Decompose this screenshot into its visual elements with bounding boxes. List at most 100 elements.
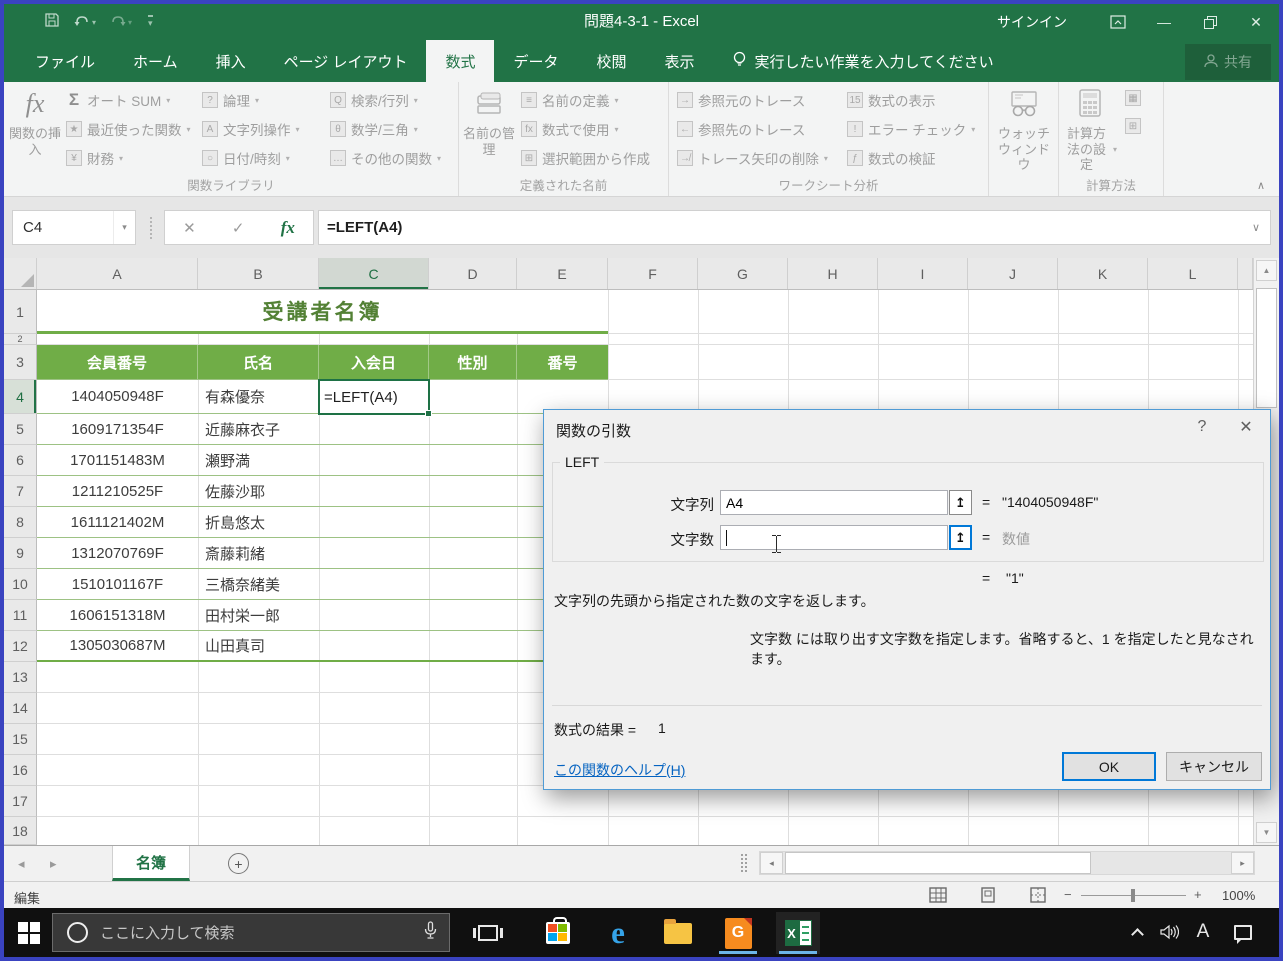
column-header-g[interactable]: G (698, 258, 788, 289)
arg2-collapse-button[interactable]: ↥ (949, 525, 972, 550)
cell-member-no[interactable]: 1510101167F (37, 569, 198, 599)
sign-in-button[interactable]: サインイン (997, 12, 1067, 32)
edge-button[interactable]: e (596, 912, 640, 954)
cell[interactable] (319, 507, 429, 537)
row-header-2[interactable]: 2 (4, 334, 37, 345)
sheet-nav-left-icon[interactable]: ◂ (18, 856, 25, 872)
new-sheet-button[interactable]: + (228, 853, 249, 874)
math-trig-button[interactable]: θ数学/三角▾ (330, 119, 441, 139)
row-header-6[interactable]: 6 (4, 445, 37, 476)
close-button[interactable]: ✕ (1233, 4, 1279, 40)
column-header-d[interactable]: D (429, 258, 517, 289)
collapse-ribbon-button[interactable]: ∧ (1257, 179, 1265, 192)
cell[interactable] (429, 538, 517, 568)
cell-member-no[interactable]: 1305030687M (37, 631, 198, 660)
formula-bar-grip[interactable] (150, 217, 152, 239)
cell-name[interactable]: 山田真司 (198, 631, 319, 660)
row-header-1[interactable]: 1 (4, 290, 37, 334)
row-header-7[interactable]: 7 (4, 476, 37, 507)
header-cell-number[interactable]: 番号 (517, 345, 608, 379)
zoom-level[interactable]: 100% (1222, 888, 1255, 903)
header-cell-gender[interactable]: 性別 (429, 345, 517, 379)
cell-name[interactable]: 斎藤莉緒 (198, 538, 319, 568)
volume-button[interactable] (1155, 920, 1183, 944)
calculate-sheet-button[interactable]: ⊞ (1125, 118, 1141, 134)
tab-file[interactable]: ファイル (16, 40, 114, 82)
cell-member-no[interactable]: 1611121402M (37, 507, 198, 537)
select-all-button[interactable] (4, 258, 37, 289)
tab-formulas[interactable]: 数式 (426, 40, 494, 82)
row-header-12[interactable]: 12 (4, 631, 37, 662)
column-header-k[interactable]: K (1058, 258, 1148, 289)
cell[interactable] (429, 631, 517, 660)
cell[interactable] (319, 445, 429, 475)
evaluate-formula-button[interactable]: ƒ数式の検証 (847, 148, 975, 168)
use-in-formula-button[interactable]: fx数式で使用▾ (521, 119, 650, 139)
row-header-3[interactable]: 3 (4, 345, 37, 380)
calculate-now-button[interactable]: ▦ (1125, 90, 1141, 106)
enter-entry-button[interactable]: ✓ (232, 219, 245, 237)
cell[interactable] (319, 538, 429, 568)
tab-data[interactable]: データ (494, 40, 577, 82)
cell-member-no[interactable]: 1404050948F (37, 380, 198, 413)
column-header-b[interactable]: B (198, 258, 319, 289)
formula-input[interactable]: =LEFT(A4) ∨ (318, 210, 1271, 245)
cell-name[interactable]: 近藤麻衣子 (198, 414, 319, 444)
cell-member-no[interactable]: 1606151318M (37, 600, 198, 630)
sheet-title-cell[interactable]: 受講者名簿 (37, 290, 608, 334)
taskbar-search-input[interactable]: ここに入力して検索 (52, 913, 450, 952)
dialog-help-button[interactable]: ? (1182, 410, 1222, 444)
name-box-dropdown[interactable]: ▾ (113, 211, 135, 244)
minimize-button[interactable]: — (1141, 4, 1187, 40)
column-header-e[interactable]: E (517, 258, 608, 289)
normal-view-button[interactable] (929, 887, 947, 903)
ribbon-display-options-button[interactable] (1095, 4, 1141, 40)
cell[interactable] (429, 507, 517, 537)
show-formulas-button[interactable]: 15数式の表示 (847, 90, 975, 110)
name-box[interactable]: C4 ▾ (12, 210, 136, 245)
page-break-preview-button[interactable] (1029, 887, 1047, 903)
cell-name[interactable]: 佐藤沙耶 (198, 476, 319, 506)
cell-name[interactable]: 田村栄一郎 (198, 600, 319, 630)
action-center-button[interactable] (1229, 920, 1257, 944)
cell[interactable] (429, 476, 517, 506)
row-header-18[interactable]: 18 (4, 817, 37, 845)
logical-button[interactable]: ?論理▾ (202, 90, 300, 110)
cell[interactable] (319, 600, 429, 630)
tab-page-layout[interactable]: ページ レイアウト (265, 40, 427, 82)
horizontal-scrollbar[interactable]: ◂ ▸ (759, 851, 1255, 875)
row-header-15[interactable]: 15 (4, 724, 37, 755)
more-functions-button[interactable]: …その他の関数▾ (330, 148, 441, 168)
scroll-left-button[interactable]: ◂ (760, 852, 783, 874)
cell[interactable] (319, 569, 429, 599)
cell[interactable] (429, 445, 517, 475)
fill-handle[interactable] (425, 410, 432, 417)
arg1-collapse-button[interactable]: ↥ (949, 490, 972, 515)
active-cell-c4[interactable]: =LEFT(A4) (318, 379, 430, 415)
expand-formula-bar-button[interactable]: ∨ (1252, 221, 1260, 234)
share-button[interactable]: 共有 (1185, 44, 1271, 80)
cell-name[interactable]: 瀬野満 (198, 445, 319, 475)
row-header-14[interactable]: 14 (4, 693, 37, 724)
dialog-title-bar[interactable]: 関数の引数 ? ✕ (544, 410, 1270, 446)
column-header-c[interactable]: C (319, 258, 429, 289)
create-from-selection-button[interactable]: ⊞選択範囲から作成 (521, 148, 650, 168)
cancel-button[interactable]: キャンセル (1166, 752, 1262, 781)
cell-name[interactable]: 折島悠太 (198, 507, 319, 537)
pdf-app-button[interactable]: G (716, 912, 760, 954)
sheet-nav-right-icon[interactable]: ▸ (50, 856, 57, 872)
header-cell-member-no[interactable]: 会員番号 (37, 345, 198, 379)
row-header-11[interactable]: 11 (4, 600, 37, 631)
column-header-f[interactable]: F (608, 258, 698, 289)
microsoft-store-button[interactable] (536, 912, 580, 954)
cell[interactable] (319, 414, 429, 444)
column-header-h[interactable]: H (788, 258, 878, 289)
text-functions-button[interactable]: A文字列操作▾ (202, 119, 300, 139)
date-time-button[interactable]: ○日付/時刻▾ (202, 148, 300, 168)
trace-dependents-button[interactable]: ←参照先のトレース (677, 119, 828, 139)
show-hidden-icons-button[interactable] (1123, 920, 1151, 944)
tab-view[interactable]: 表示 (646, 40, 714, 82)
cell[interactable] (319, 476, 429, 506)
column-header-j[interactable]: J (968, 258, 1058, 289)
undo-button[interactable]: ▾ (74, 15, 96, 29)
